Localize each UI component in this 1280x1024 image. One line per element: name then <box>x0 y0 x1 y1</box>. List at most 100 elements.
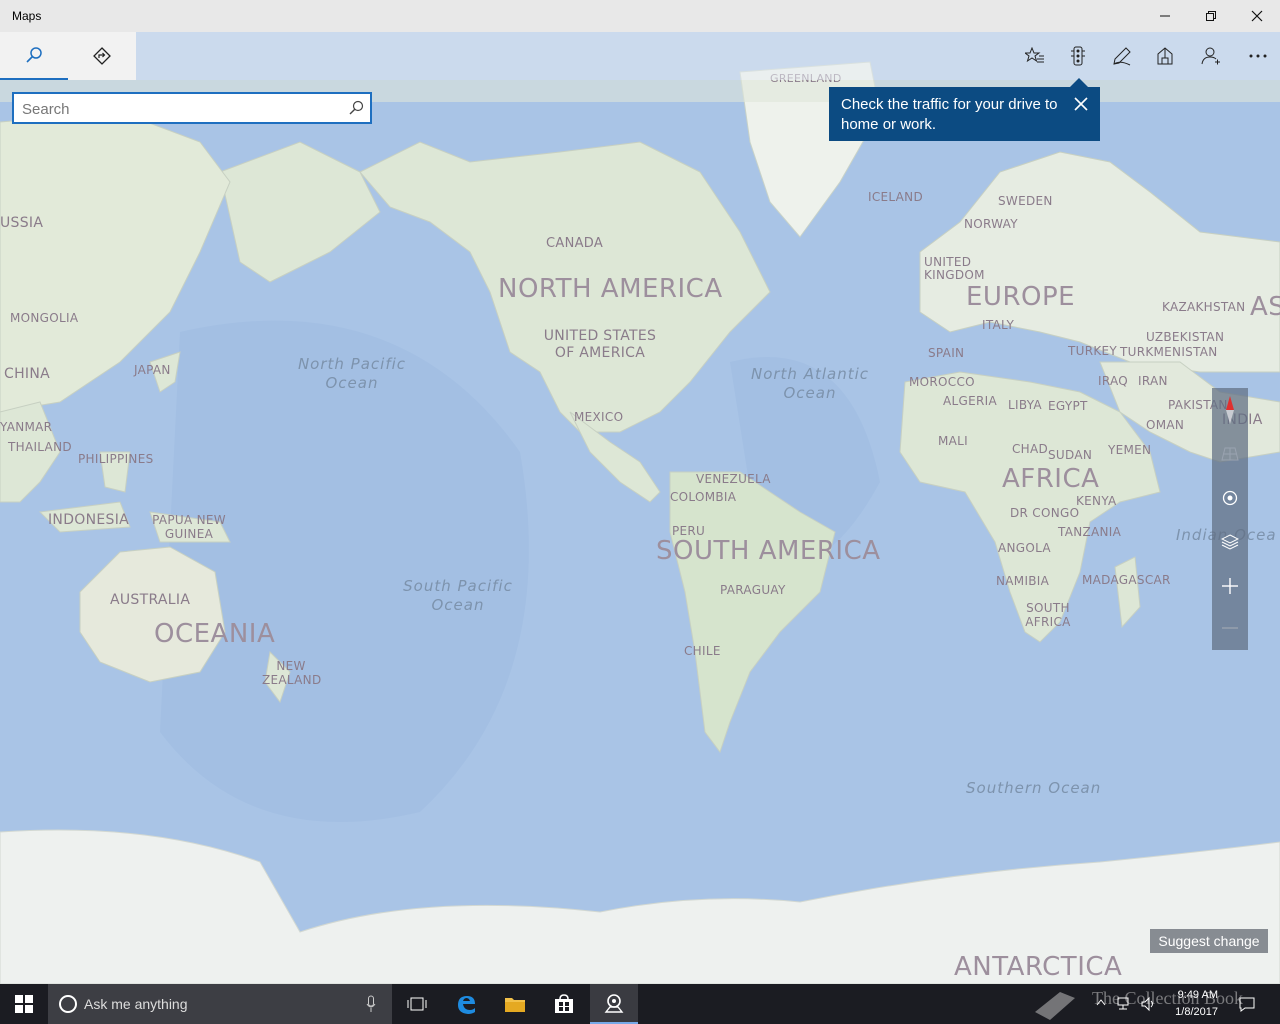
compass-button[interactable] <box>1212 388 1248 432</box>
map-label: MONGOLIA <box>10 311 79 325</box>
3d-cities-button[interactable] <box>1143 32 1187 80</box>
cortana-search-box[interactable]: Ask me anything <box>48 984 392 1024</box>
map-label: UZBEKISTAN <box>1146 330 1225 344</box>
map-label: CANADA <box>546 236 604 251</box>
taskbar-store[interactable] <box>541 984 587 1024</box>
clock-time[interactable]: 9:49 AM <box>1164 989 1218 1001</box>
tab-search[interactable] <box>0 32 68 80</box>
map-label: TURKMENISTAN <box>1120 345 1218 359</box>
minimize-button[interactable] <box>1142 0 1188 32</box>
tab-directions[interactable] <box>68 32 136 80</box>
map-label: UNITED STATES OF AMERICA <box>543 328 657 361</box>
action-center-icon[interactable] <box>1238 995 1256 1013</box>
volume-icon[interactable] <box>1140 996 1158 1012</box>
map-label: YEMEN <box>1108 443 1152 457</box>
taskbar-edge[interactable] <box>443 984 489 1024</box>
map-label: KAZAKHSTAN <box>1162 300 1246 314</box>
taskbar-file-explorer[interactable] <box>492 984 538 1024</box>
directions-icon <box>93 47 111 65</box>
search-icon[interactable] <box>348 100 364 116</box>
map-label: MADAGASCAR <box>1082 573 1171 587</box>
map-label: DR CONGO <box>1010 506 1080 520</box>
tilt-button[interactable] <box>1212 432 1248 476</box>
more-button[interactable] <box>1236 32 1280 80</box>
search-box[interactable] <box>12 92 372 124</box>
restore-icon <box>1206 11 1216 21</box>
maps-app-icon <box>604 994 624 1013</box>
ink-button[interactable] <box>1100 32 1144 80</box>
microphone-icon[interactable] <box>366 995 376 1013</box>
locate-icon <box>1222 490 1238 506</box>
close-button[interactable] <box>1234 0 1280 32</box>
map-label: PARAGUAY <box>720 583 786 597</box>
windows-logo-icon <box>15 995 33 1013</box>
close-icon <box>1251 10 1263 22</box>
map-label: NEW ZEALAND <box>262 659 322 687</box>
search-icon <box>26 47 42 63</box>
folder-icon <box>505 998 525 1012</box>
tilt-icon <box>1221 447 1239 461</box>
map-label: ITALY <box>982 318 1015 332</box>
map-label: EGYPT <box>1048 399 1088 413</box>
map-label: UNITED KINGDOM <box>924 255 985 282</box>
ocean-label: North Atlantic Ocean <box>750 365 870 402</box>
cortana-icon <box>59 995 77 1013</box>
map-label: MALI <box>938 434 968 448</box>
network-icon[interactable] <box>1116 996 1134 1012</box>
chevron-up-icon[interactable] <box>1096 998 1106 1006</box>
locate-button[interactable] <box>1212 476 1248 520</box>
more-icon <box>1249 54 1267 58</box>
ocean-label: Southern Ocean <box>966 779 1102 797</box>
layers-button[interactable] <box>1212 520 1248 564</box>
tip-pointer <box>1070 78 1088 87</box>
traffic-button[interactable] <box>1056 32 1100 80</box>
tip-close-button[interactable] <box>1074 97 1088 117</box>
account-button[interactable] <box>1189 32 1233 80</box>
start-button[interactable] <box>0 984 48 1024</box>
map-label: IRAN <box>1138 374 1168 388</box>
map-canvas[interactable]: GREENLAND ICELAND SWEDEN NORWAY UNITED K… <box>0 32 1280 984</box>
zoom-in-button[interactable] <box>1212 564 1248 608</box>
map-label: OCEANIA <box>154 619 276 649</box>
map-label: IRAQ <box>1098 374 1129 388</box>
map-label: THAILAND <box>8 440 72 454</box>
ocean-label: North Pacific Ocean <box>297 355 407 392</box>
taskbar-maps[interactable] <box>590 984 638 1024</box>
store-icon <box>555 994 573 1013</box>
traffic-icon <box>1071 46 1085 66</box>
minimize-icon <box>1160 15 1170 17</box>
zoom-out-button[interactable] <box>1212 606 1248 650</box>
zoom-out-icon <box>1222 627 1238 629</box>
search-input[interactable] <box>22 98 342 120</box>
compass-icon <box>1226 396 1234 424</box>
suggest-change-button[interactable]: Suggest change <box>1150 929 1268 953</box>
favorites-button[interactable] <box>1013 32 1057 80</box>
map-label: COLOMBIA <box>670 490 737 504</box>
restore-button[interactable] <box>1188 0 1234 32</box>
map-label: MEXICO <box>574 410 624 424</box>
zoom-in-icon <box>1222 578 1238 594</box>
book-logo-icon <box>1035 992 1075 1020</box>
map-label: AUSTRALIA <box>110 592 191 608</box>
map-label: CHINA <box>4 366 50 382</box>
map-label: USSIA <box>0 215 44 231</box>
map-label: ANGOLA <box>998 541 1051 555</box>
map-label: ANTARCTICA <box>954 952 1123 982</box>
map-label: PHILIPPINES <box>78 452 154 466</box>
world-map <box>0 32 1280 984</box>
traffic-tip: Check the traffic for your drive to home… <box>829 87 1100 141</box>
map-label: NAMIBIA <box>996 574 1050 588</box>
map-label: SOUTH AFRICA <box>1025 601 1071 629</box>
map-label: KENYA <box>1076 494 1117 508</box>
taskbar: Ask me anything The Collection Book 9:49… <box>0 984 1280 1024</box>
task-view-button[interactable] <box>394 984 440 1024</box>
map-label: JAPAN <box>134 363 171 377</box>
map-label: SOUTH AMERICA <box>656 536 881 566</box>
3d-cities-icon <box>1157 47 1173 65</box>
map-label: LIBYA <box>1008 398 1042 412</box>
clock-date[interactable]: 1/8/2017 <box>1164 1006 1218 1018</box>
map-label: NORWAY <box>964 217 1018 231</box>
title-bar: Maps <box>0 0 1280 32</box>
map-label: ALGERIA <box>943 394 997 408</box>
map-label: YANMAR <box>0 420 53 434</box>
